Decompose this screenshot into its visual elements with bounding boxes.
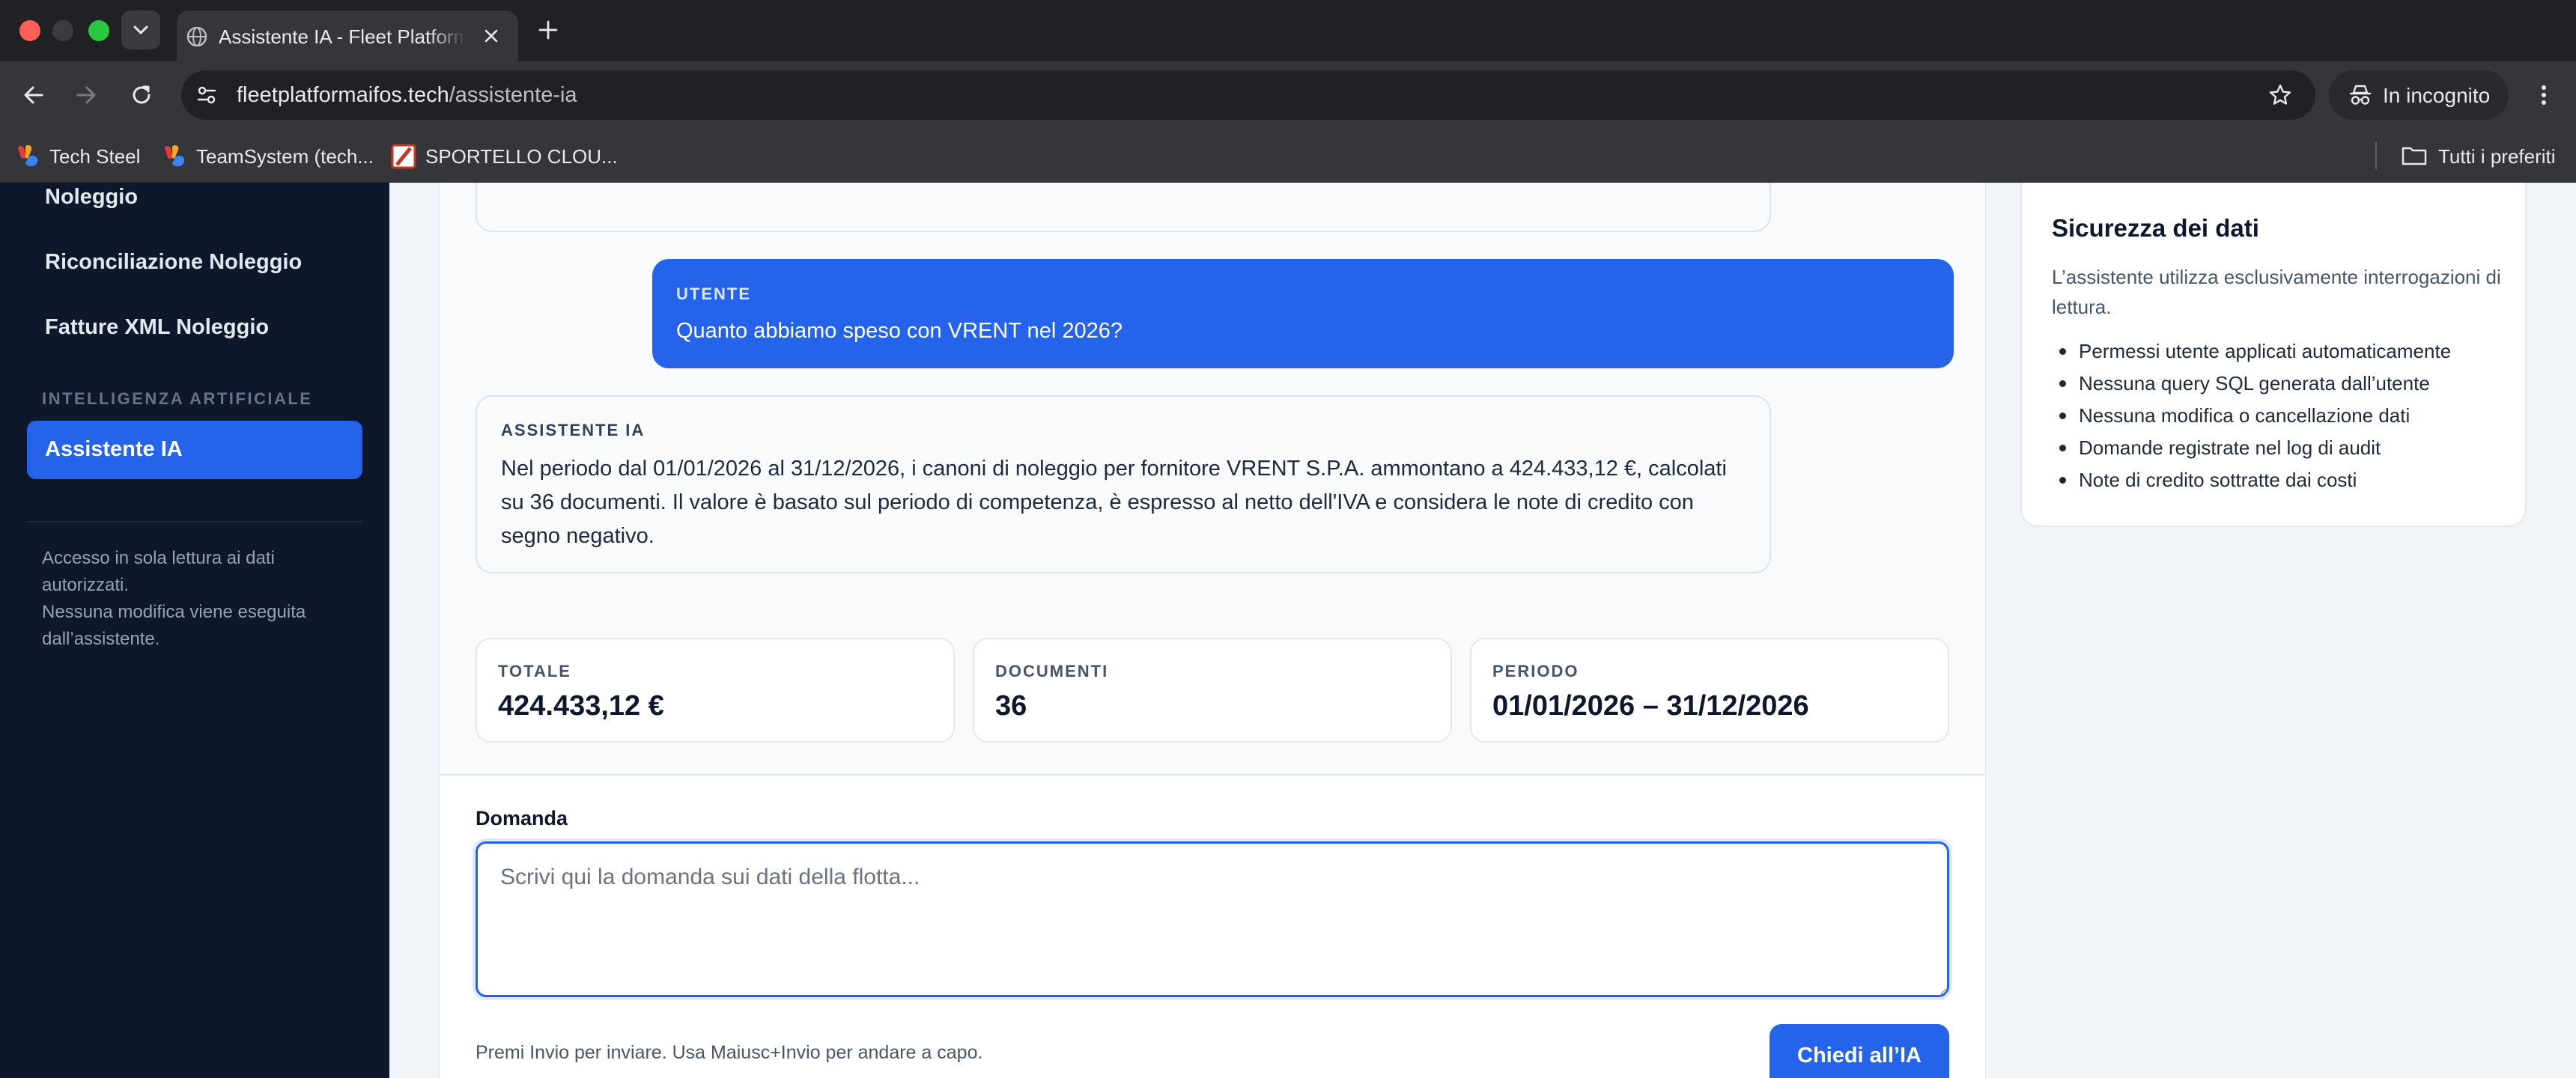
- bookmark-sportello-cloud[interactable]: SPORTELLO CLOU...: [391, 142, 618, 169]
- security-panel-description: L’assistente utilizza esclusivamente int…: [2052, 266, 2501, 318]
- bookmark-star-icon[interactable]: [2267, 82, 2293, 108]
- stat-label: TOTALE: [498, 662, 571, 680]
- list-item: Permessi utente applicati automaticament…: [2052, 335, 2516, 368]
- tab-search-button[interactable]: [121, 10, 160, 49]
- composer-hint: Premi Invio per inviare. Usa Maiusc+Invi…: [476, 1042, 983, 1063]
- question-input[interactable]: [476, 841, 1949, 997]
- sidebar-item-noleggio[interactable]: Noleggio: [45, 185, 138, 210]
- bookmark-label: Tech Steel: [49, 145, 141, 168]
- previous-message-card: [476, 183, 1771, 232]
- message-text: Nel periodo dal 01/01/2026 al 31/12/2026…: [501, 457, 1727, 548]
- bookmarks-bar: Tech Steel TeamSystem (tech... SPORTELLO…: [0, 129, 2576, 183]
- sidebar-readonly-note: Accesso in sola lettura ai dati autorizz…: [42, 545, 356, 653]
- back-arrow-icon[interactable]: [19, 81, 48, 109]
- ask-ai-button[interactable]: Chiedi all’IA: [1770, 1024, 1949, 1078]
- chat-panel: UTENTE Quanto abbiamo speso con VRENT ne…: [439, 183, 1986, 1078]
- bookmark-teamsystem[interactable]: TeamSystem (tech...: [162, 142, 379, 169]
- teamsystem-logo-icon: [18, 144, 38, 167]
- url-text: fleetplatformaifos.tech/assistente-ia: [237, 83, 577, 108]
- browser-tab-bar: Assistente IA - Fleet Platform: [0, 0, 2576, 61]
- message-role-label: ASSISTENTE IA: [501, 421, 645, 439]
- browser-tab-active[interactable]: Assistente IA - Fleet Platform: [177, 10, 518, 61]
- stat-card-totale: TOTALE 424.433,12 €: [476, 638, 955, 743]
- url-host: fleetplatformaifos.tech: [237, 83, 449, 107]
- stat-value: 01/01/2026 – 31/12/2026: [1492, 690, 1809, 722]
- sidebar: Noleggio Riconciliazione Noleggio Fattur…: [0, 183, 389, 1078]
- question-composer: Domanda Premi Invio per inviare. Usa Mai…: [440, 774, 1985, 1078]
- forward-arrow-icon[interactable]: [72, 81, 100, 109]
- stat-card-documenti: DOCUMENTI 36: [973, 638, 1452, 743]
- sidebar-note-line: Accesso in sola lettura ai dati autorizz…: [42, 548, 275, 595]
- address-bar[interactable]: fleetplatformaifos.tech/assistente-ia: [181, 70, 2315, 120]
- window-close-button[interactable]: [19, 20, 40, 41]
- incognito-indicator[interactable]: In incognito: [2329, 70, 2509, 120]
- tab-title: Assistente IA - Fleet Platform: [219, 25, 466, 48]
- folder-icon: [2402, 147, 2427, 165]
- reload-icon[interactable]: [127, 81, 156, 109]
- stat-value: 424.433,12 €: [498, 690, 664, 722]
- sidebar-item-riconciliazione-noleggio[interactable]: Riconciliazione Noleggio: [45, 250, 302, 275]
- window-minimize-button[interactable]: [52, 20, 73, 41]
- app-viewport: Noleggio Riconciliazione Noleggio Fattur…: [0, 183, 2576, 1078]
- bookmark-label: TeamSystem (tech...: [196, 145, 374, 168]
- stat-label: DOCUMENTI: [995, 662, 1109, 680]
- new-tab-plus-icon[interactable]: [536, 18, 560, 42]
- list-item: Note di credito sottratte dai costi: [2052, 464, 2516, 496]
- incognito-icon: [2349, 85, 2372, 105]
- sidebar-section-title: INTELLIGENZA ARTIFICIALE: [42, 389, 313, 408]
- list-item: Domande registrate nel log di audit: [2052, 432, 2516, 464]
- sportello-logo-icon: [391, 144, 416, 169]
- bookmark-tech-steel[interactable]: Tech Steel: [15, 142, 150, 169]
- stat-label: PERIODO: [1492, 662, 1579, 680]
- site-settings-icon[interactable]: [195, 83, 219, 107]
- bookmark-label: SPORTELLO CLOU...: [425, 145, 618, 168]
- data-security-panel: Sicurezza dei dati L’assistente utilizza…: [2020, 183, 2527, 527]
- user-message: UTENTE Quanto abbiamo speso con VRENT ne…: [652, 259, 1954, 368]
- globe-icon: [186, 26, 207, 47]
- window-zoom-button[interactable]: [88, 20, 109, 41]
- sidebar-item-assistente-ia[interactable]: Assistente IA: [27, 421, 362, 479]
- ask-ai-button-label: Chiedi all’IA: [1797, 1044, 1922, 1068]
- more-vertical-icon[interactable]: [2530, 81, 2558, 109]
- sidebar-item-fatture-xml-noleggio[interactable]: Fatture XML Noleggio: [45, 315, 269, 340]
- teamsystem-logo-icon: [165, 144, 185, 167]
- chevron-down-icon: [133, 25, 148, 34]
- message-role-label: UTENTE: [676, 284, 751, 303]
- bookmarks-separator: [2375, 142, 2377, 169]
- browser-toolbar: fleetplatformaifos.tech/assistente-ia In…: [0, 61, 2576, 129]
- assistant-message: ASSISTENTE IA Nel periodo dal 01/01/2026…: [476, 395, 1771, 573]
- list-item: Nessuna modifica o cancellazione dati: [2052, 400, 2516, 432]
- sidebar-note-line: Nessuna modifica viene eseguita dall’ass…: [42, 602, 306, 649]
- url-path: /assistente-ia: [449, 83, 577, 107]
- stat-value: 36: [995, 690, 1027, 722]
- stat-card-periodo: PERIODO 01/01/2026 – 31/12/2026: [1470, 638, 1949, 743]
- message-text: Quanto abbiamo speso con VRENT nel 2026?: [676, 319, 1123, 343]
- security-features-list: Permessi utente applicati automaticament…: [2052, 335, 2516, 496]
- sidebar-divider: [27, 521, 362, 523]
- list-item: Nessuna query SQL generata dall’utente: [2052, 368, 2516, 400]
- security-panel-title: Sicurezza dei dati: [2052, 214, 2259, 242]
- question-label: Domanda: [476, 807, 568, 829]
- sidebar-item-label: Assistente IA: [45, 437, 183, 461]
- all-bookmarks-label: Tutti i preferiti: [2438, 145, 2556, 168]
- incognito-label: In incognito: [2383, 84, 2491, 107]
- close-icon[interactable]: [481, 25, 502, 46]
